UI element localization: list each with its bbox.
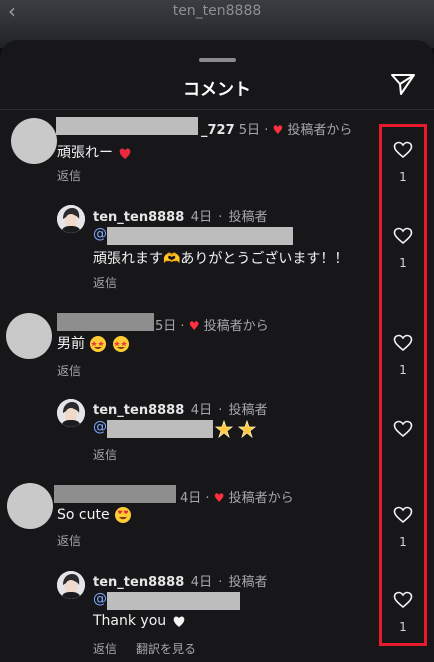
heart-icon: ♥ <box>213 491 225 505</box>
reply-button[interactable]: 返信 <box>57 167 81 184</box>
comment-body: 頑張れー <box>57 145 113 161</box>
comment-body: So cute <box>57 507 110 523</box>
glowing-star-icon <box>238 419 257 438</box>
mention-at[interactable]: @ <box>93 591 107 607</box>
avatar[interactable] <box>57 399 85 427</box>
avatar[interactable] <box>7 483 53 529</box>
reply-text: Thank you <box>93 613 187 629</box>
star-struck-icon <box>90 336 107 352</box>
star-struck-icon <box>112 336 129 352</box>
header-divider <box>0 109 434 110</box>
white-heart-icon <box>173 616 184 627</box>
redacted-mention <box>107 227 293 245</box>
reply-username-line: ten_ten8888 4日 · 投稿者 <box>93 575 268 590</box>
mention-at[interactable]: @ <box>93 419 107 435</box>
comment-meta: _727 5日 · ♥ 投稿者から <box>201 123 353 138</box>
reply-date: 4日 <box>190 210 213 225</box>
glowing-stars <box>215 418 257 438</box>
send-icon[interactable] <box>390 72 416 96</box>
redacted-mention <box>107 420 213 438</box>
reply-date: 4日 <box>190 403 213 418</box>
heart-exclamation-icon <box>120 148 131 159</box>
redacted-username <box>54 485 176 503</box>
avatar[interactable] <box>6 313 52 359</box>
see-translation-button[interactable]: 翻訳を見る <box>136 640 196 657</box>
reply-text: 頑張れます🫶ありがとうございます！！ <box>93 251 349 267</box>
reply-date: 4日 <box>190 575 213 590</box>
heart-icon: ♥ <box>188 319 200 333</box>
author-badge: 投稿者 <box>228 210 268 225</box>
heart-eyes-icon <box>115 507 132 523</box>
comment-date: 4日 <box>180 491 202 506</box>
mention-at[interactable]: @ <box>93 226 107 242</box>
redacted-username <box>56 117 198 135</box>
comment-body: 男前 <box>57 336 85 352</box>
comment-text: So cute <box>57 506 132 524</box>
author-badge: 投稿者 <box>228 575 268 590</box>
reply-button[interactable]: 返信 <box>57 532 81 549</box>
author-badge: 投稿者 <box>228 403 268 418</box>
username-suffix: _727 <box>201 123 235 138</box>
avatar[interactable] <box>11 118 57 164</box>
reply-button[interactable]: 返信 <box>57 362 81 379</box>
redacted-username <box>57 313 154 331</box>
reply-button[interactable]: 返信 <box>93 640 117 657</box>
redacted-mention <box>107 592 240 610</box>
heart-icon: ♥ <box>272 123 284 137</box>
sheet-grabber[interactable] <box>199 58 236 62</box>
comment-date: 5日 <box>238 123 261 138</box>
like-column-highlight <box>379 124 427 646</box>
avatar[interactable] <box>57 205 85 233</box>
reply-username[interactable]: ten_ten8888 <box>93 403 184 418</box>
liked-by-author-label: 投稿者から <box>228 491 294 506</box>
comment-meta: 4日 · ♥ 投稿者から <box>180 491 294 506</box>
reply-username[interactable]: ten_ten8888 <box>93 210 184 225</box>
reply-body: Thank you <box>93 613 167 629</box>
liked-by-author-label: 投稿者から <box>287 123 353 138</box>
comment-date: 5日 <box>155 319 177 334</box>
avatar[interactable] <box>57 571 85 599</box>
reply-button[interactable]: 返信 <box>93 274 117 291</box>
comment-text: 頑張れー <box>57 142 133 162</box>
reply-username-line: ten_ten8888 4日 · 投稿者 <box>93 210 268 225</box>
glowing-star-icon <box>215 419 233 438</box>
comment-text: 男前 <box>57 333 130 353</box>
post-username: ten_ten8888 <box>172 3 262 19</box>
reply-button[interactable]: 返信 <box>93 446 117 463</box>
reply-username-line: ten_ten8888 4日 · 投稿者 <box>93 403 268 418</box>
liked-by-author-label: 投稿者から <box>203 319 269 334</box>
comment-meta: 5日 · ♥ 投稿者から <box>155 319 269 334</box>
reply-username[interactable]: ten_ten8888 <box>93 575 184 590</box>
sheet-title: コメント <box>183 80 251 100</box>
